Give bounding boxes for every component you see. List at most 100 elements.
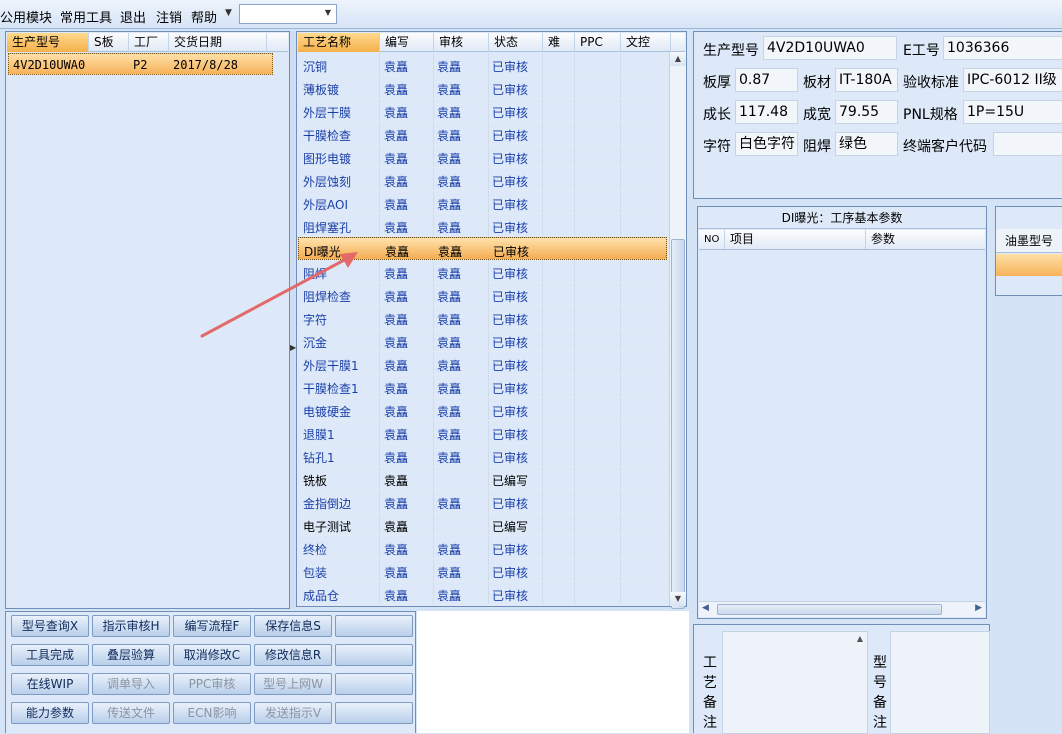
empty-button[interactable] — [335, 673, 413, 695]
action-button[interactable]: 型号查询X — [11, 615, 89, 637]
action-button[interactable]: PPC审核 — [173, 673, 251, 695]
action-button[interactable]: 叠层验算 — [92, 644, 170, 666]
params-panel: DI曝光：工序基本参数 NO 项目 参数 ◀ ▶ — [697, 206, 987, 619]
col-reviewer[interactable]: 审核 — [434, 33, 489, 52]
table-row[interactable]: 图形电镀 袁矗 袁矗 已审核 — [298, 145, 667, 168]
scroll-up-icon[interactable]: ▲ — [857, 634, 863, 643]
table-row[interactable]: 钻孔1 袁矗 袁矗 已审核 — [298, 444, 667, 467]
menu-exit[interactable]: 退出 — [120, 7, 146, 26]
params-hscrollbar[interactable]: ◀ ▶ — [699, 601, 985, 617]
ink-selected-row[interactable] — [996, 254, 1062, 276]
model-remark-label: 型号备注 — [872, 653, 888, 733]
field-standard[interactable]: IPC-6012 II级 — [963, 68, 1062, 92]
col-difficulty[interactable]: 难 — [543, 33, 575, 52]
action-button[interactable]: 指示审核H — [92, 615, 170, 637]
table-row[interactable]: 外层干膜1 袁矗 袁矗 已审核 — [298, 352, 667, 375]
action-button[interactable]: 取消修改C — [173, 644, 251, 666]
table-row[interactable]: 外层AOI 袁矗 袁矗 已审核 — [298, 191, 667, 214]
col-no[interactable]: NO — [699, 230, 725, 249]
table-row[interactable]: 阻焊塞孔 袁矗 袁矗 已审核 — [298, 214, 667, 237]
menu-common-modules[interactable]: 公用模块 — [0, 7, 52, 26]
scroll-left-icon[interactable]: ◀ — [702, 603, 709, 613]
process-scrollbar[interactable]: ▲ ▼ — [669, 52, 686, 609]
col-factory[interactable]: 工厂 — [129, 33, 169, 52]
table-row[interactable]: 铣板 袁矗 已编写 — [298, 467, 667, 490]
col-status[interactable]: 状态 — [489, 33, 543, 52]
table-row[interactable]: 外层蚀刻 袁矗 袁矗 已审核 — [298, 168, 667, 191]
process-remark-textarea[interactable]: ▲ — [722, 631, 868, 734]
label-prod-model: 生产型号 — [703, 43, 759, 59]
col-delivery-date[interactable]: 交货日期 — [169, 33, 267, 52]
table-row[interactable]: 退膜1 袁矗 袁矗 已审核 — [298, 421, 667, 444]
menu-logout[interactable]: 注销 — [156, 7, 182, 26]
action-button[interactable]: 发送指示V — [254, 702, 332, 724]
cell-status: 已审核 — [492, 359, 529, 373]
field-prod-model[interactable]: 4V2D10UWA0 — [763, 36, 897, 60]
field-width[interactable]: 79.55 — [835, 100, 898, 124]
field-material[interactable]: IT-180A — [835, 68, 898, 92]
table-row[interactable]: 干膜检查1 袁矗 袁矗 已审核 — [298, 375, 667, 398]
empty-button[interactable] — [335, 644, 413, 666]
table-row[interactable]: 薄板镀 袁矗 袁矗 已审核 — [298, 76, 667, 99]
field-length[interactable]: 117.48 — [735, 100, 798, 124]
empty-button[interactable] — [335, 702, 413, 724]
table-row[interactable]: 4V2D10UWA0 P2 2017/8/28 — [8, 53, 273, 75]
col-doc-control[interactable]: 文控 — [621, 33, 671, 52]
col-ppc[interactable]: PPC — [575, 33, 621, 52]
action-button[interactable]: 传送文件 — [92, 702, 170, 724]
scroll-up-icon[interactable]: ▲ — [670, 52, 686, 66]
field-pnl[interactable]: 1P=15U — [963, 100, 1062, 124]
table-row[interactable]: 外层干膜 袁矗 袁矗 已审核 — [298, 99, 667, 122]
table-row[interactable]: 金指倒边 袁矗 袁矗 已审核 — [298, 490, 667, 513]
field-e-no[interactable]: 1036366 — [943, 36, 1062, 60]
chevron-down-icon[interactable]: ▼ — [325, 8, 331, 17]
cell-writer: 袁矗 — [384, 129, 409, 143]
table-row[interactable]: 电子测试 袁矗 已编写 — [298, 513, 667, 536]
table-row[interactable]: 包装 袁矗 袁矗 已审核 — [298, 559, 667, 582]
table-row[interactable]: 电镀硬金 袁矗 袁矗 已审核 — [298, 398, 667, 421]
remark-char: 注 — [873, 715, 887, 731]
chevron-down-icon[interactable]: ▼ — [225, 8, 232, 18]
cell-status: 已审核 — [492, 175, 529, 189]
cell-writer: 袁矗 — [384, 359, 409, 373]
col-process-name[interactable]: 工艺名称 — [298, 33, 380, 52]
scroll-right-icon[interactable]: ▶ — [975, 603, 982, 613]
col-s-board[interactable]: S板 — [89, 33, 129, 52]
field-mask[interactable]: 绿色 — [835, 132, 898, 156]
table-row[interactable]: 成品仓 袁矗 袁矗 已审核 — [298, 582, 667, 605]
cell-status: 已审核 — [493, 245, 530, 259]
action-button[interactable]: 工具完成 — [11, 644, 89, 666]
scroll-down-icon[interactable]: ▼ — [670, 592, 686, 606]
col-param[interactable]: 参数 — [866, 230, 986, 249]
model-remark-textarea[interactable] — [890, 631, 990, 734]
col-prod-model[interactable]: 生产型号 — [7, 33, 89, 52]
field-legend[interactable]: 白色字符 — [735, 132, 798, 156]
table-row[interactable]: 终检 袁矗 袁矗 已审核 — [298, 536, 667, 559]
action-button[interactable]: 编写流程F — [173, 615, 251, 637]
cell-status: 已审核 — [492, 428, 529, 442]
col-writer[interactable]: 编写 — [380, 33, 434, 52]
action-button[interactable]: 修改信息R — [254, 644, 332, 666]
cell-status: 已审核 — [492, 382, 529, 396]
action-button[interactable]: 调单导入 — [92, 673, 170, 695]
scroll-thumb[interactable] — [671, 239, 685, 609]
cell-model: 4V2D10UWA0 — [13, 58, 86, 72]
field-customer[interactable] — [993, 132, 1062, 156]
cell-status: 已审核 — [492, 336, 529, 350]
table-row[interactable]: 干膜检查 袁矗 袁矗 已审核 — [298, 122, 667, 145]
action-button[interactable]: 能力参数 — [11, 702, 89, 724]
cell-status: 已编写 — [492, 520, 529, 534]
table-row[interactable]: 沉铜 袁矗 袁矗 已审核 — [298, 53, 667, 76]
scroll-thumb[interactable] — [717, 604, 942, 615]
action-button[interactable]: 保存信息S — [254, 615, 332, 637]
menu-combo[interactable]: ▼ — [239, 4, 337, 24]
action-button[interactable]: 在线WIP — [11, 673, 89, 695]
cell-process-name: 外层蚀刻 — [303, 175, 352, 189]
menu-tools[interactable]: 常用工具 — [60, 7, 112, 26]
empty-button[interactable] — [335, 615, 413, 637]
col-item[interactable]: 项目 — [725, 230, 866, 249]
action-button[interactable]: 型号上网W — [254, 673, 332, 695]
menu-help[interactable]: 帮助 — [191, 7, 217, 26]
action-button[interactable]: ECN影响 — [173, 702, 251, 724]
field-thickness[interactable]: 0.87 — [735, 68, 798, 92]
